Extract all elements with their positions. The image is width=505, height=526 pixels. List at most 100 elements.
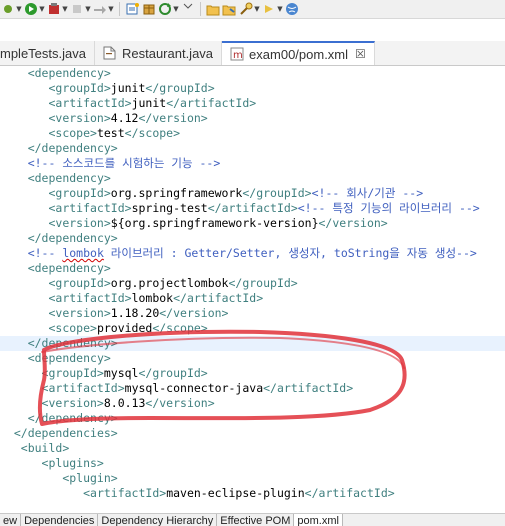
run-icon[interactable] (23, 2, 38, 17)
code-line[interactable]: <groupId>org.projectlombok</groupId> (0, 276, 297, 291)
pom-editor-page-tabs: ew Dependencies Dependency Hierarchy Effect… (0, 513, 505, 526)
open-resource-icon[interactable] (222, 2, 237, 17)
code-line[interactable]: <dependency> (0, 171, 111, 186)
code-line[interactable]: <dependency> (0, 66, 111, 81)
code-line[interactable]: <!-- 소스코드를 시험하는 기능 --> (0, 156, 221, 171)
code-line[interactable]: <version>4.12</version> (0, 111, 207, 126)
globe-icon[interactable] (284, 2, 299, 17)
page-tab-effective-pom[interactable]: Effective POM (217, 514, 295, 526)
xml-tag: </artifactId> (166, 96, 257, 110)
xml-tag: <version> (48, 111, 111, 125)
tab-mpletests-java[interactable]: mpleTests.java (0, 41, 95, 65)
search-icon[interactable] (238, 2, 253, 17)
xml-text: test (96, 126, 125, 140)
code-line[interactable]: <dependency> (0, 261, 111, 276)
code-line[interactable]: <artifactId>maven-eclipse-plugin</artifa… (0, 486, 395, 501)
stop-icon[interactable] (46, 2, 61, 17)
code-line[interactable]: </dependency> (0, 141, 118, 156)
open-folder-icon[interactable] (206, 2, 221, 17)
xml-tag: <plugins> (41, 456, 104, 470)
code-line[interactable]: <groupId>org.springframework</groupId><!… (0, 186, 423, 201)
code-line[interactable]: <plugins> (0, 456, 104, 471)
code-line[interactable]: </dependency> (0, 411, 118, 426)
xml-tag: <artifactId> (48, 201, 132, 215)
page-tab-pom-xml[interactable]: pom.xml (294, 514, 343, 526)
debug-dropdown-icon[interactable]: ▼ (16, 5, 22, 13)
tab-label: Restaurant.java (121, 45, 214, 61)
code-line[interactable]: <artifactId>spring-test</artifactId><!--… (0, 201, 480, 216)
xml-text: org.springframework (110, 186, 243, 200)
xml-tag: <plugin> (62, 471, 118, 485)
code-line[interactable]: <artifactId>mysql-connector-java</artifa… (0, 381, 354, 396)
code-line[interactable]: <groupId>junit</groupId> (0, 81, 214, 96)
xml-text: org.projectlombok (110, 276, 229, 290)
page-tab-dependency-hierarchy[interactable]: Dependency Hierarchy (98, 514, 218, 526)
xml-text: provided (96, 321, 153, 335)
code-line[interactable]: </dependency> (0, 231, 118, 246)
code-line[interactable]: <scope>test</scope> (0, 126, 180, 141)
search-dropdown-icon[interactable]: ▼ (254, 5, 260, 13)
xml-tag: </dependency> (27, 411, 118, 425)
stop-dropdown-icon[interactable]: ▼ (62, 5, 68, 13)
code-line[interactable]: </dependencies> (0, 426, 118, 441)
xml-tag: <scope> (48, 321, 97, 335)
code-line[interactable]: <artifactId>lombok</artifactId> (0, 291, 263, 306)
code-line[interactable]: <!-- lombok 라이브러리 : Getter/Setter, 생성자, … (0, 246, 477, 261)
code-line[interactable]: </dependency> (0, 336, 505, 351)
xml-comment: 라이브러리 : Getter/Setter, 생성자, toString을 자동… (103, 246, 477, 260)
xml-tag: <artifactId> (48, 96, 132, 110)
xml-comment: <!-- 특정 기능의 라이브러리 --> (297, 201, 480, 215)
code-line[interactable]: <build> (0, 441, 69, 456)
debug-icon[interactable] (0, 2, 15, 17)
code-line[interactable]: <groupId>mysql</groupId> (0, 366, 208, 381)
tab-label: exam00/pom.xml (249, 46, 349, 62)
code-line[interactable]: <plugin> (0, 471, 118, 486)
publish-icon[interactable] (92, 2, 107, 17)
code-line[interactable]: <version>1.18.20</version> (0, 306, 228, 321)
refresh-icon[interactable] (157, 2, 172, 17)
code-line[interactable]: <artifactId>junit</artifactId> (0, 96, 256, 111)
record-icon[interactable] (69, 2, 84, 17)
tab-restaurant-java[interactable]: Restaurant.java (95, 41, 223, 65)
code-line[interactable]: <version>8.0.13</version> (0, 396, 215, 411)
toolbar-separator (200, 2, 201, 16)
publish-dropdown-icon[interactable]: ▼ (108, 5, 114, 13)
page-tab-ew[interactable]: ew (0, 514, 22, 526)
xml-text: mysql-connector-java (124, 381, 264, 395)
record-dropdown-icon[interactable]: ▼ (85, 5, 91, 13)
new-wizard-icon[interactable] (125, 2, 140, 17)
annotation-dropdown-icon[interactable]: ▼ (277, 5, 283, 13)
xml-source-editor[interactable]: <dependency> <groupId>junit</groupId> <a… (0, 66, 505, 513)
xml-tag: </groupId> (138, 366, 208, 380)
xml-tag: <version> (48, 306, 111, 320)
page-tab-dependencies[interactable]: Dependencies (21, 514, 99, 526)
refresh-dropdown-icon[interactable]: ▼ (173, 5, 179, 13)
xml-tag: </dependency> (27, 336, 118, 350)
next-annotation-icon[interactable] (261, 2, 276, 17)
xml-text: 4.12 (110, 111, 139, 125)
package-icon[interactable] (141, 2, 156, 17)
editor-tab-bar: mpleTests.java Restaurant.java m exam00/… (0, 41, 505, 66)
main-toolbar: ▼ ▼ ▼ ▼ ▼ ▼ ▼ ▼ (0, 0, 505, 19)
open-task-icon[interactable] (180, 2, 195, 17)
code-line[interactable]: <scope>provided</scope> (0, 321, 207, 336)
svg-text:m: m (233, 50, 243, 61)
code-line[interactable]: <version>${org.springframework-version}<… (0, 216, 388, 231)
close-tab-icon[interactable]: ☒ (355, 47, 366, 61)
code-line[interactable]: <dependency> (0, 351, 111, 366)
tab-pom-xml[interactable]: m exam00/pom.xml ☒ (222, 41, 375, 65)
xml-tag: <groupId> (48, 186, 111, 200)
xml-text: 8.0.13 (103, 396, 146, 410)
java-file-icon (103, 46, 117, 60)
xml-tag: </version> (318, 216, 388, 230)
run-dropdown-icon[interactable]: ▼ (39, 5, 45, 13)
